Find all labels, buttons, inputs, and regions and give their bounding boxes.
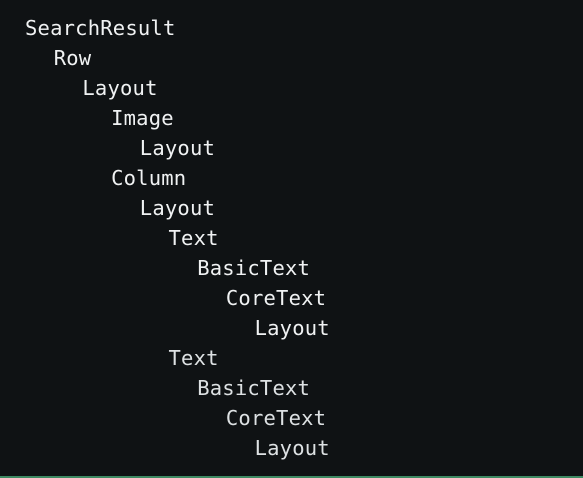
tree-node-core-text: CoreText: [225, 286, 327, 310]
tree-node-text: Text: [168, 226, 219, 250]
tree-node-layout: Layout: [82, 76, 158, 100]
layout-tree: SearchResult Row Layout Image Layout Col…: [25, 13, 330, 463]
tree-node-layout: Layout: [139, 196, 216, 220]
tree-node-search-result: SearchResult: [25, 16, 176, 40]
tree-node-layout: Layout: [254, 436, 330, 460]
tree-node-basic-text: BasicText: [197, 256, 311, 280]
tree-node-basic-text: BasicText: [197, 376, 311, 400]
tree-node-layout: Layout: [254, 316, 330, 340]
tree-node-layout: Layout: [139, 136, 216, 160]
tree-node-row: Row: [53, 46, 92, 70]
tree-node-text: Text: [168, 346, 219, 370]
tree-node-core-text: CoreText: [225, 406, 327, 430]
tree-node-column: Column: [111, 166, 187, 190]
tree-node-image: Image: [111, 106, 174, 130]
